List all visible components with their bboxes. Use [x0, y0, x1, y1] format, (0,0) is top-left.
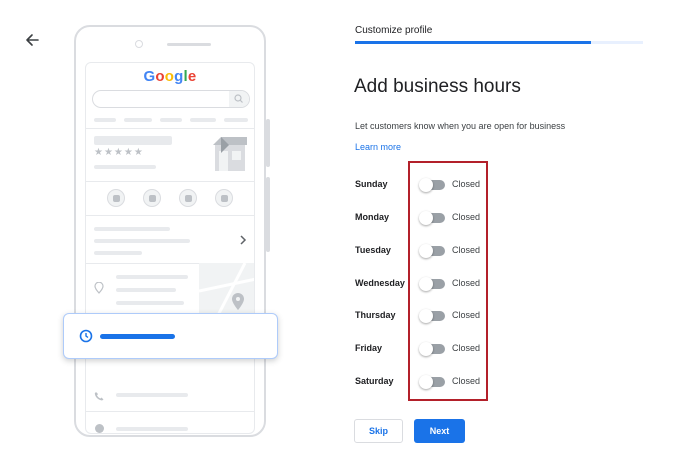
placeholder-bar [94, 165, 156, 169]
phone-illustration: Google ★★★★★ [74, 25, 270, 437]
learn-more-link[interactable]: Learn more [355, 142, 401, 152]
bookmark-icon [179, 189, 197, 207]
day-label: Saturday [355, 376, 394, 386]
hours-card-illustration [63, 313, 278, 359]
divider [86, 215, 254, 216]
phone-icon [107, 189, 125, 207]
clock-icon [79, 329, 93, 343]
placeholder-bar [160, 118, 182, 122]
placeholder-bar [94, 118, 116, 122]
storefront-icon [211, 135, 249, 173]
placeholder-bar [116, 393, 188, 397]
placeholder-bar [94, 239, 190, 243]
placeholder-bar [116, 301, 184, 305]
placeholder-bar [116, 275, 188, 279]
divider [86, 181, 254, 182]
page-title: Add business hours [354, 76, 521, 97]
globe-icon [95, 424, 104, 433]
chevron-right-icon [240, 235, 247, 245]
phone-screen: Google ★★★★★ [85, 62, 255, 434]
location-pin-icon [94, 282, 104, 294]
page-description: Let customers know when you are open for… [355, 121, 566, 131]
placeholder-bar [94, 227, 170, 231]
placeholder-bar [116, 288, 176, 292]
placeholder-bar [116, 427, 188, 431]
divider [86, 128, 254, 129]
day-label: Monday [355, 212, 390, 222]
day-label: Tuesday [355, 245, 391, 255]
day-label: Sunday [355, 179, 388, 189]
progress-bar [355, 41, 643, 44]
rating-stars: ★★★★★ [94, 147, 144, 158]
website-icon [215, 189, 233, 207]
next-button[interactable]: Next [414, 419, 465, 443]
placeholder-bar [190, 118, 216, 122]
day-label: Wednesday [355, 278, 405, 288]
day-label: Thursday [355, 310, 396, 320]
illustration-action-row [86, 189, 254, 207]
phone-power-button [266, 177, 270, 252]
google-logo: Google [143, 68, 197, 85]
day-label: Friday [355, 343, 383, 353]
phone-camera [135, 40, 143, 48]
skip-button[interactable]: Skip [354, 419, 403, 443]
step-title: Customize profile [355, 25, 433, 36]
phone-speaker [167, 43, 211, 46]
placeholder-bar [124, 118, 152, 122]
placeholder-bar [94, 251, 142, 255]
search-icon [229, 91, 249, 107]
phone-volume-button [266, 119, 270, 167]
placeholder-bar [224, 118, 248, 122]
back-arrow-icon [26, 34, 39, 46]
business-name-placeholder [94, 136, 172, 145]
hours-placeholder-bar [100, 334, 175, 339]
progress-fill [355, 41, 592, 44]
divider [86, 411, 254, 412]
highlight-box [408, 161, 488, 401]
illustration-search-bar [92, 90, 250, 108]
phone-icon [94, 392, 104, 401]
back-button[interactable] [22, 30, 42, 50]
directions-icon [143, 189, 161, 207]
